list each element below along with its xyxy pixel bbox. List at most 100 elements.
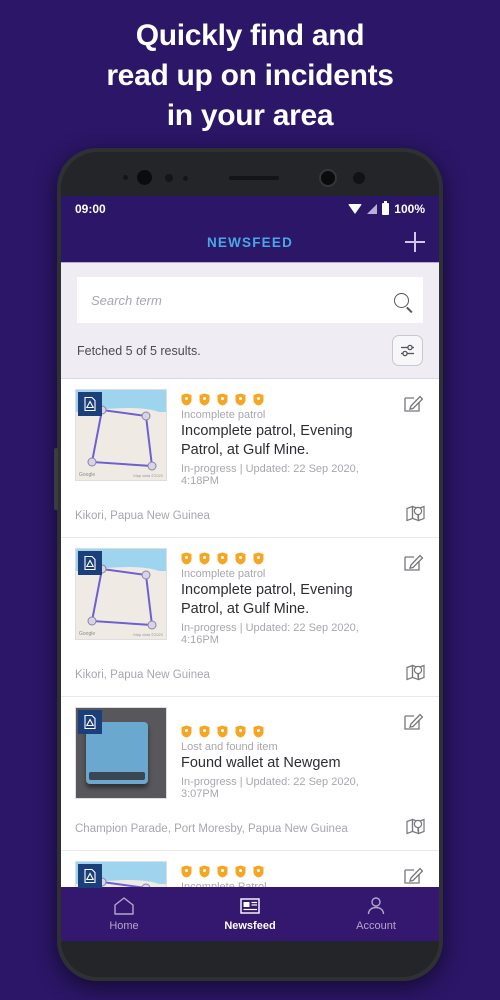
- card-main-row: Google Map data ©2020 Incomplete patrol …: [75, 389, 425, 487]
- feed-card[interactable]: Google Map data ©2020 Incomplete patrol …: [61, 379, 439, 538]
- search-input[interactable]: Search term: [77, 277, 423, 323]
- severity-rating: [181, 865, 389, 878]
- battery-icon: [382, 201, 390, 215]
- card-location: Champion Parade, Port Moresby, Papua New…: [75, 823, 348, 835]
- sensor-icon: [165, 174, 173, 182]
- card-meta: In-progress | Updated: 22 Sep 2020, 3:07…: [181, 776, 359, 800]
- edit-pencil-glyph: [404, 867, 424, 884]
- shield-icon: [253, 393, 264, 406]
- card-location: Kikori, Papua New Guinea: [75, 669, 210, 681]
- shield-icon: [181, 393, 192, 406]
- map-attribution: Google: [79, 631, 96, 637]
- shield-icon: [199, 393, 210, 406]
- card-location: Kikori, Papua New Guinea: [75, 510, 210, 522]
- promo-headline: Quickly find and read up on incidents in…: [0, 16, 500, 136]
- edit-pencil-glyph: [404, 713, 424, 730]
- incident-type-badge-icon: [78, 392, 102, 416]
- card-meta: In-progress | Updated: 22 Sep 2020, 4:18…: [181, 463, 359, 487]
- phone-bottom-bezel: [61, 941, 439, 977]
- card-category: Incomplete patrol: [181, 568, 266, 580]
- photo-thumbnail[interactable]: [75, 707, 167, 799]
- map-pin-icon[interactable]: [406, 664, 425, 686]
- card-footer: Champion Parade, Port Moresby, Papua New…: [75, 807, 425, 850]
- card-content: Incomplete patrol Incomplete patrol, Eve…: [181, 389, 389, 487]
- incident-type-badge-icon: [78, 864, 102, 888]
- earpiece-speaker: [229, 176, 279, 180]
- warning-document-glyph: [84, 714, 96, 730]
- sensor-icon: [183, 176, 188, 181]
- newsfeed-list: Google Map data ©2020 Incomplete patrol …: [61, 379, 439, 941]
- card-main-row: Lost and found item Found wallet at Newg…: [75, 707, 425, 800]
- feed-card[interactable]: Google Map data ©2020 Incomplete patrol …: [61, 538, 439, 697]
- app-bar: NEWSFEED: [61, 222, 439, 262]
- search-placeholder-text: Search term: [91, 292, 162, 308]
- map-pin-icon[interactable]: [406, 818, 425, 840]
- shield-icon: [253, 865, 264, 878]
- map-terms: Map data ©2020: [133, 473, 163, 478]
- map-terms: Map data ©2020: [133, 632, 163, 637]
- status-indicators: 100%: [348, 201, 425, 216]
- bottom-navigation: Home Newsfeed Account: [61, 887, 439, 941]
- plus-icon[interactable]: [405, 232, 425, 252]
- search-section: Search term: [61, 262, 439, 323]
- severity-rating: [181, 552, 389, 565]
- shield-icon: [181, 725, 192, 738]
- headline-line-1: Quickly find and: [135, 19, 365, 52]
- shield-icon: [217, 865, 228, 878]
- shield-icon: [181, 865, 192, 878]
- status-bar: 09:00 100%: [61, 196, 439, 222]
- shield-icon: [217, 725, 228, 738]
- front-camera-icon: [319, 169, 337, 187]
- severity-rating: [181, 393, 389, 406]
- card-main-row: Google Map data ©2020 Incomplete patrol …: [75, 548, 425, 646]
- shield-icon: [253, 725, 264, 738]
- shield-icon: [253, 552, 264, 565]
- filter-sliders-icon[interactable]: [392, 335, 423, 366]
- nav-item-home[interactable]: Home: [61, 887, 187, 941]
- results-bar: Fetched 5 of 5 results.: [61, 323, 439, 379]
- map-thumbnail[interactable]: Google Map data ©2020: [75, 389, 167, 481]
- shield-icon: [217, 393, 228, 406]
- app-screen: 09:00 100% NEWSFEED Search term Fetched …: [61, 196, 439, 941]
- battery-percent: 100%: [394, 202, 425, 216]
- filter-sliders-glyph: [401, 344, 414, 357]
- page-title: NEWSFEED: [206, 234, 294, 250]
- shield-icon: [217, 552, 228, 565]
- card-footer: Kikori, Papua New Guinea: [75, 494, 425, 537]
- card-category: Incomplete patrol: [181, 409, 266, 421]
- nav-label-home: Home: [109, 920, 139, 932]
- warning-document-glyph: [84, 555, 96, 571]
- card-title: Incomplete patrol, Evening Patrol, at Gu…: [181, 423, 353, 458]
- shield-icon: [235, 865, 246, 878]
- phone-side-button[interactable]: [54, 448, 58, 510]
- map-pin-glyph: [406, 818, 425, 835]
- nav-item-newsfeed[interactable]: Newsfeed: [187, 887, 313, 941]
- shield-icon: [235, 552, 246, 565]
- shield-icon: [199, 725, 210, 738]
- wifi-icon: [348, 204, 363, 214]
- incident-type-badge-icon: [78, 551, 102, 575]
- edit-pencil-icon[interactable]: [403, 548, 425, 646]
- search-icon[interactable]: [394, 292, 409, 308]
- phone-frame: 09:00 100% NEWSFEED Search term Fetched …: [54, 148, 443, 981]
- shield-icon: [199, 552, 210, 565]
- warning-document-glyph: [84, 868, 96, 884]
- incident-type-badge-icon: [78, 710, 102, 734]
- card-footer: Kikori, Papua New Guinea: [75, 653, 425, 696]
- card-category: Lost and found item: [181, 741, 278, 753]
- results-status-text: Fetched 5 of 5 results.: [77, 343, 201, 358]
- card-meta: In-progress | Updated: 22 Sep 2020, 4:16…: [181, 622, 359, 646]
- map-thumbnail[interactable]: Google Map data ©2020: [75, 548, 167, 640]
- edit-pencil-icon[interactable]: [403, 389, 425, 487]
- feed-card[interactable]: Lost and found item Found wallet at Newg…: [61, 697, 439, 851]
- card-content: Lost and found item Found wallet at Newg…: [181, 707, 389, 800]
- nav-item-account[interactable]: Account: [313, 887, 439, 941]
- card-title: Incomplete patrol, Evening Patrol, at Gu…: [181, 582, 353, 617]
- map-pin-icon[interactable]: [406, 505, 425, 527]
- nav-label-account: Account: [356, 920, 396, 932]
- shield-icon: [235, 393, 246, 406]
- edit-pencil-icon[interactable]: [403, 707, 425, 800]
- edit-pencil-glyph: [404, 554, 424, 571]
- shield-icon: [199, 865, 210, 878]
- nav-label-newsfeed: Newsfeed: [224, 920, 276, 932]
